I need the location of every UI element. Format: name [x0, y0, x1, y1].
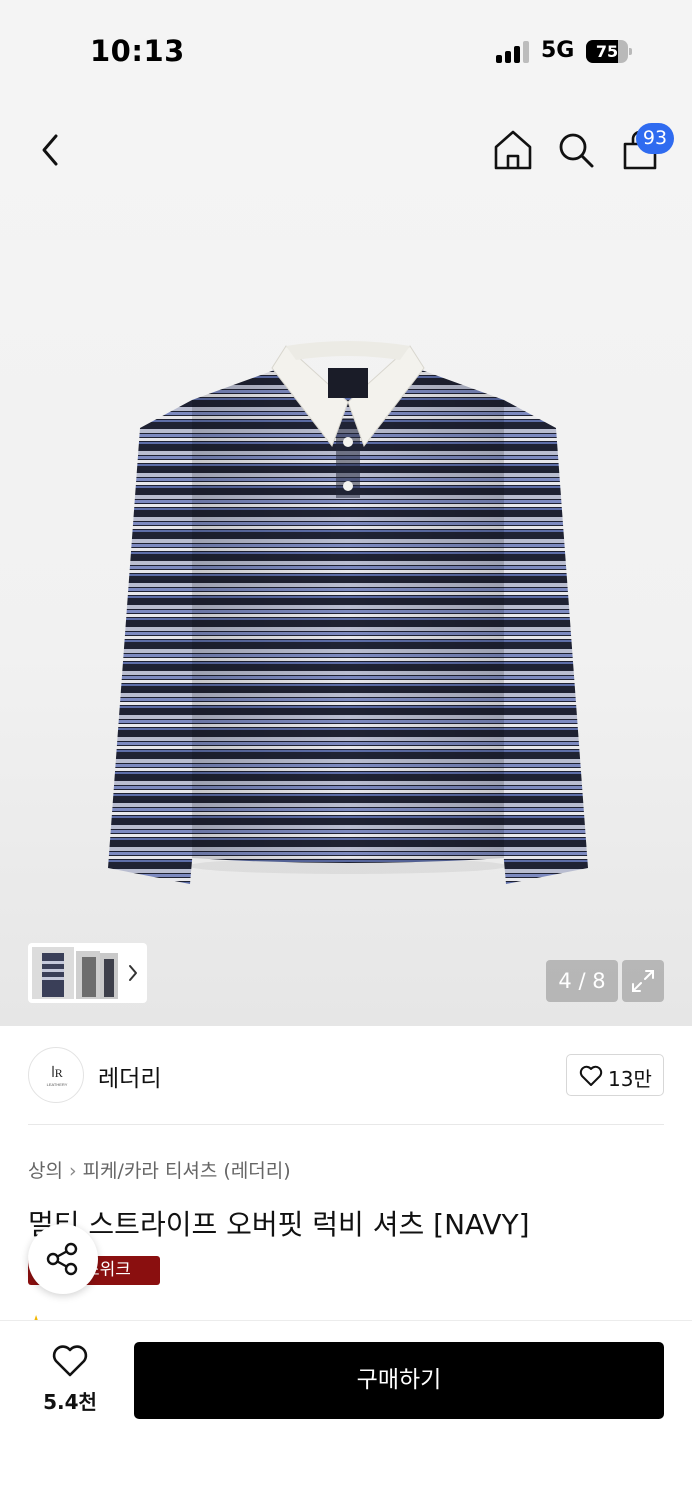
- share-button[interactable]: [28, 1224, 98, 1294]
- divider: [28, 1124, 664, 1125]
- brand-name[interactable]: 레더리: [98, 1059, 161, 1093]
- brand-logo-mark: ꟾR LEATHERY: [47, 1065, 68, 1087]
- heart-icon: [52, 1345, 88, 1377]
- home-button[interactable]: [492, 128, 534, 172]
- battery-percent: 75: [595, 42, 619, 61]
- svg-text:LEATHERY: LEATHERY: [47, 1082, 68, 1087]
- status-bar: 10:13 5G 75: [0, 0, 692, 100]
- breadcrumb-item-subcategory[interactable]: 피케/카라 티셔츠 (레더리): [83, 1160, 291, 1182]
- thumbnail-strip[interactable]: [28, 943, 147, 1003]
- expand-icon: [632, 970, 654, 992]
- heart-icon: [579, 1065, 603, 1086]
- back-button[interactable]: [34, 130, 68, 170]
- product-image[interactable]: [100, 338, 596, 890]
- chevron-right-icon: [129, 965, 137, 981]
- search-icon: [559, 133, 594, 168]
- svg-text:ꟾR: ꟾR: [51, 1065, 63, 1080]
- chevron-left-icon: [42, 134, 58, 166]
- search-button[interactable]: [556, 130, 596, 170]
- network-label: 5G: [541, 38, 575, 63]
- signal-icon: [496, 41, 530, 63]
- expand-button[interactable]: [622, 960, 664, 1002]
- product-title: 멀티 스트라이프 오버핏 럭비 셔츠 [NAVY]: [28, 1208, 530, 1241]
- cart-count-badge: 93: [636, 123, 674, 154]
- wishlist-button[interactable]: 5.4천: [30, 1344, 110, 1416]
- home-icon: [494, 130, 532, 170]
- share-icon: [46, 1242, 78, 1276]
- status-time: 10:13: [90, 34, 185, 68]
- battery-icon: 75: [586, 40, 632, 63]
- breadcrumb: 상의 › 피케/카라 티셔츠 (레더리): [28, 1156, 291, 1183]
- brand-like-count: 13만: [608, 1067, 652, 1091]
- brand-logo[interactable]: ꟾR LEATHERY: [28, 1047, 84, 1103]
- breadcrumb-separator-icon: ›: [68, 1160, 77, 1182]
- image-pager: 4 / 8: [546, 960, 618, 1002]
- wishlist-count: 5.4천: [43, 1390, 97, 1414]
- brand-like-button[interactable]: 13만: [566, 1054, 664, 1096]
- buy-button[interactable]: 구매하기: [134, 1342, 664, 1419]
- breadcrumb-item-category[interactable]: 상의: [28, 1160, 63, 1182]
